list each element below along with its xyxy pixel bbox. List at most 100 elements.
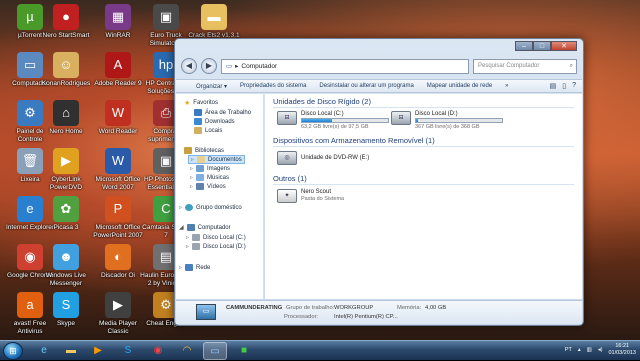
expand-arrow-icon: ▹: [186, 235, 190, 241]
nero-scout-item[interactable]: ✦ Nero Scout Pasta do Sistema: [277, 189, 344, 203]
desktop-icon-label: Adobe Reader 9: [94, 80, 142, 87]
computer-icon: ▭: [196, 304, 216, 320]
back-button[interactable]: ◀: [181, 58, 197, 74]
view-options-icon[interactable]: ▤: [550, 82, 557, 90]
memory-value: 4,00 GB: [425, 305, 447, 311]
drive-c-usage-fill: [302, 119, 333, 122]
language-indicator[interactable]: PT: [565, 347, 572, 353]
taskbar-media-player-icon[interactable]: ▶: [86, 342, 110, 360]
desktop-icon-item[interactable]: ▶ Media Player Classic: [92, 292, 144, 335]
group-hard-disks[interactable]: Unidades de Disco Rígido (2): [273, 97, 371, 106]
nav-recent-label: Locais: [205, 127, 223, 134]
taskbar-explorer-icon[interactable]: ▬: [59, 342, 83, 360]
desktop-icon-item[interactable]: ▬ Crack Ets2 v1.3.1: [188, 4, 240, 40]
nav-network-label: Rede: [196, 264, 211, 271]
nav-images[interactable]: ▹ Imagens: [190, 165, 230, 172]
search-icon: ⌕: [569, 62, 573, 69]
nav-documents[interactable]: ▹ Documentos: [188, 155, 245, 164]
search-input[interactable]: Pesquisar Computador ⌕: [473, 58, 577, 74]
organize-button[interactable]: Organizar ▾: [196, 83, 227, 90]
uninstall-program-button[interactable]: Desinstalar ou alterar um programa: [319, 83, 413, 89]
nav-disk-d[interactable]: ▹ Disco Local (D:): [186, 243, 246, 250]
processor-label: Processador:: [284, 314, 319, 320]
minimize-button[interactable]: –: [515, 41, 533, 51]
help-icon[interactable]: ?: [572, 82, 576, 90]
volume-tray-icon[interactable]: ◂): [598, 347, 603, 353]
group-removable[interactable]: Dispositivos com Armazenamento Removível…: [273, 136, 435, 145]
nav-videos[interactable]: ▹ Vídeos: [190, 183, 226, 190]
nav-homegroup[interactable]: ▹ Grupo doméstico: [179, 204, 242, 211]
nav-network[interactable]: ▹ Rede: [179, 264, 210, 271]
desktop-icon-label: KonanRodrigues: [41, 80, 91, 87]
taskbar-explorer-window-icon[interactable]: ▭: [203, 342, 227, 360]
drive-d-free: 367 GB livre(s) de 368 GB: [415, 124, 480, 130]
expand-arrow-icon: ▹: [179, 265, 183, 271]
nav-downloads[interactable]: Downloads: [194, 118, 235, 125]
dvd-drive-name: Unidade de DVD-RW (E:): [301, 155, 370, 161]
desktop-icon-item[interactable]: ▶ CyberLink PowerDVD: [40, 148, 92, 191]
drive-c-usage-bar: [301, 118, 389, 123]
breadcrumb-arrow-icon: ▸: [235, 62, 239, 70]
library-icon: [184, 147, 192, 154]
taskbar-meter-icon[interactable]: ◠: [175, 342, 199, 360]
desktop-icon-item[interactable]: W Microsoft Office Word 2007: [92, 148, 144, 191]
preview-pane-icon[interactable]: ▯: [562, 82, 566, 90]
nav-libraries[interactable]: Bibliotecas: [184, 147, 224, 154]
workgroup-value: WORKGROUP: [334, 305, 374, 311]
computer-icon: [186, 224, 195, 231]
search-placeholder: Pesquisar Computador: [478, 62, 540, 69]
desktop-icon-item[interactable]: S Skype: [40, 292, 92, 328]
clock[interactable]: 16:21 01/03/2013: [608, 343, 636, 357]
drive-d[interactable]: ⊟ Disco Local (D:) 367 GB livre(s) de 36…: [391, 111, 503, 130]
nav-disk-c-label: Disco Local (C:): [203, 234, 246, 241]
nero-scout-sub: Pasta do Sistema: [301, 196, 345, 202]
nav-downloads-label: Downloads: [205, 118, 235, 125]
dvd-drive[interactable]: ◎ Unidade de DVD-RW (E:): [277, 151, 369, 165]
desktop-icon-item[interactable]: ◐ Discador Oi: [92, 244, 144, 280]
desktop-icon-item[interactable]: ⌂ Nero Home: [40, 100, 92, 136]
nero-scout-name: Nero Scout: [301, 189, 332, 195]
desktop-icon-item[interactable]: ✿ Picasa 3: [40, 196, 92, 232]
desktop-icon-label: Microsoft Office Word 2007: [95, 176, 141, 191]
group-others[interactable]: Outros (1): [273, 174, 307, 183]
desktop-icon-label: Picasa 3: [53, 224, 79, 231]
desktop-icon-item[interactable]: ● Nero StartSmart: [40, 4, 92, 40]
oi-dialer-icon: ◐: [105, 244, 131, 270]
taskbar-skype-icon[interactable]: S: [116, 342, 140, 360]
nav-disk-c[interactable]: ▹ Disco Local (C:): [186, 234, 246, 241]
tray-arrow-icon[interactable]: ▴: [578, 347, 581, 353]
forward-button[interactable]: ▶: [201, 58, 217, 74]
desktop-icon-item[interactable]: A Adobe Reader 9: [92, 52, 144, 88]
nav-desktop[interactable]: Área de Trabalho: [194, 109, 251, 116]
nav-favorites[interactable]: ★ Favoritos: [184, 99, 218, 107]
close-button[interactable]: ✕: [551, 41, 577, 51]
taskbar-chrome-icon[interactable]: ◉: [146, 342, 170, 360]
disk-icon: [192, 234, 201, 241]
address-bar[interactable]: ▭ ▸ Computador: [221, 58, 469, 74]
nav-music[interactable]: ▹ Músicas: [190, 174, 229, 181]
desktop-icon-label: WinRAR: [105, 32, 131, 39]
desktop-icon-item[interactable]: ☺ KonanRodrigues: [40, 52, 92, 88]
nav-computer[interactable]: ◢ Computador: [179, 224, 231, 231]
details-pane: ▭ CAMMUNDERATING Grupo de trabalho: WORK…: [176, 300, 582, 324]
more-commands-button[interactable]: »: [505, 83, 508, 89]
workgroup-label: Grupo de trabalho:: [286, 305, 335, 311]
system-properties-button[interactable]: Propriedades do sistema: [240, 83, 306, 89]
map-network-drive-button[interactable]: Mapear unidade de rede: [427, 83, 492, 89]
drive-c[interactable]: ⊟ Disco Local (C:) 63,2 GB livre(s) de 9…: [277, 111, 389, 130]
desktop-icon-item[interactable]: ▦ WinRAR: [92, 4, 144, 40]
explorer-window: – □ ✕ ◀ ▶ ▭ ▸ Computador Pesquisar Compu…: [174, 38, 584, 326]
taskbar-ie-icon[interactable]: e: [32, 342, 56, 360]
taskbar-camtasia-icon[interactable]: ■: [232, 342, 256, 360]
nav-recent[interactable]: Locais: [194, 127, 222, 134]
desktop-icon-item[interactable]: ☻ Windows Live Messenger: [40, 244, 92, 287]
videos-icon: [196, 183, 205, 190]
desktop-icon-item[interactable]: W Word Reader: [92, 100, 144, 136]
maximize-button[interactable]: □: [533, 41, 551, 51]
star-icon: ★: [184, 100, 191, 107]
desktop-icon-item[interactable]: P Microsoft Office PowerPoint 2007: [92, 196, 144, 239]
network-tray-icon[interactable]: ▥: [587, 347, 592, 353]
recent-places-icon: [194, 127, 202, 134]
messenger-icon: ☻: [53, 244, 79, 270]
start-button[interactable]: ⊞: [3, 342, 23, 360]
